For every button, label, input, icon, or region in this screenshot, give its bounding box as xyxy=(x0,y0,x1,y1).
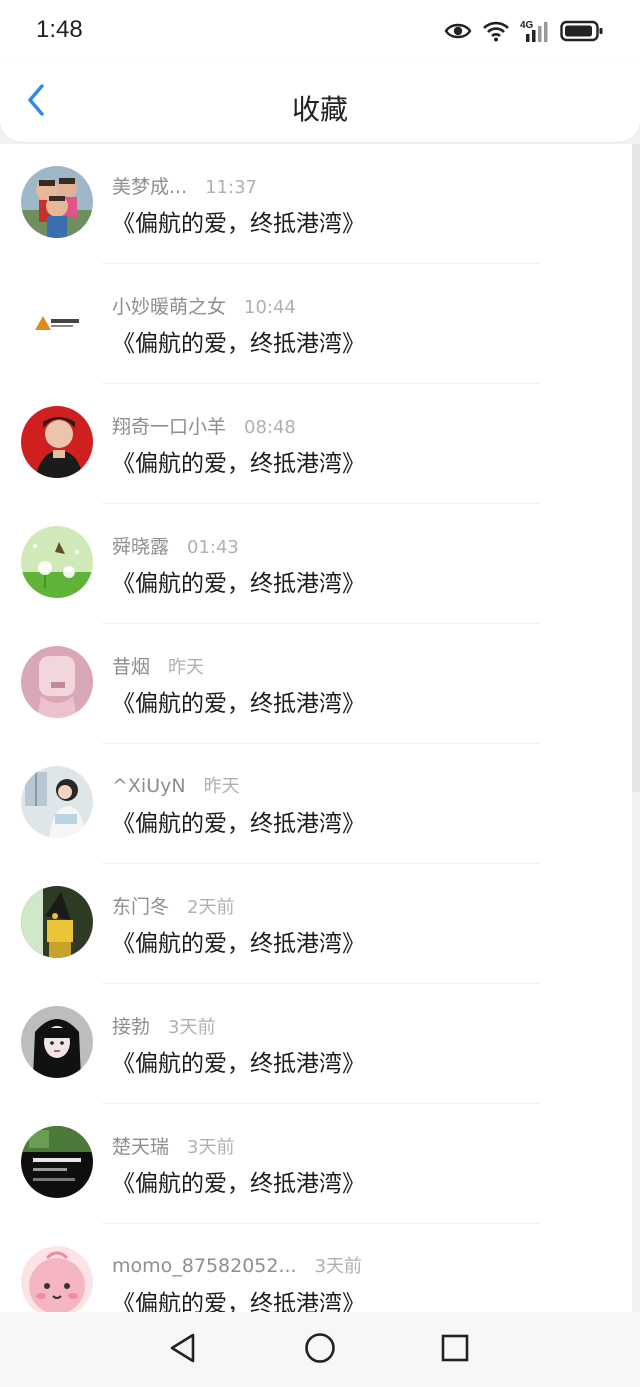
status-time: 1:48 xyxy=(36,16,83,43)
list-item[interactable]: 接勃 3天前 《偏航的爱，终抵港湾》 xyxy=(0,984,632,1104)
nav-recents-button[interactable] xyxy=(433,1328,477,1372)
avatar[interactable] xyxy=(21,766,93,838)
item-meta: 美梦成... 11:37 xyxy=(112,172,257,199)
list-item[interactable]: 楚天瑞 3天前 《偏航的爱，终抵港湾》 xyxy=(0,1104,632,1224)
timestamp: 2天前 xyxy=(187,897,235,918)
favorite-title: 《偏航的爱，终抵港湾》 xyxy=(112,451,365,477)
item-meta: 接勃 3天前 xyxy=(112,1012,215,1039)
favorite-title: 《偏航的爱，终抵港湾》 xyxy=(112,331,365,357)
timestamp: 11:37 xyxy=(205,177,257,198)
favorites-list: 美梦成... 11:37 《偏航的爱，终抵港湾》 小妙暖萌之女 10:44 《偏… xyxy=(0,144,632,1312)
avatar[interactable] xyxy=(21,646,93,718)
timestamp: 昨天 xyxy=(168,657,205,678)
battery-icon xyxy=(560,20,604,42)
item-meta: 舜晓露 01:43 xyxy=(112,532,239,559)
user-name: 舜晓露 xyxy=(112,536,170,558)
user-name: 昔烟 xyxy=(112,656,151,678)
item-meta: 东门冬 2天前 xyxy=(112,892,234,919)
list-item[interactable]: ^XiUyN 昨天 《偏航的爱，终抵港湾》 xyxy=(0,744,632,864)
timestamp: 3天前 xyxy=(187,1137,235,1158)
item-meta: 翔奇一口小羊 08:48 xyxy=(112,412,296,439)
avatar[interactable] xyxy=(21,286,93,358)
favorite-title: 《偏航的爱，终抵港湾》 xyxy=(112,811,365,837)
timestamp: 3天前 xyxy=(314,1256,363,1277)
nav-back-button[interactable] xyxy=(161,1328,205,1372)
favorite-title: 《偏航的爱，终抵港湾》 xyxy=(112,931,365,957)
user-name: momo_87582052... xyxy=(112,1255,297,1277)
user-name: ^XiUyN xyxy=(112,775,186,797)
user-name: 楚天瑞 xyxy=(112,1136,170,1158)
item-meta: 昔烟 昨天 xyxy=(112,652,204,679)
favorite-title: 《偏航的爱，终抵港湾》 xyxy=(112,1171,365,1197)
navigation-bar xyxy=(0,1312,640,1387)
user-name: 小妙暖萌之女 xyxy=(112,296,227,318)
status-icons: 4G xyxy=(444,14,604,48)
list-item[interactable]: 翔奇一口小羊 08:48 《偏航的爱，终抵港湾》 xyxy=(0,384,632,504)
avatar[interactable] xyxy=(21,166,93,238)
timestamp: 08:48 xyxy=(244,417,296,438)
signal-4g-icon: 4G xyxy=(520,19,550,43)
list-item[interactable]: 东门冬 2天前 《偏航的爱，终抵港湾》 xyxy=(0,864,632,984)
avatar[interactable] xyxy=(21,406,93,478)
page-title: 收藏 xyxy=(291,93,348,126)
timestamp: 10:44 xyxy=(244,297,296,318)
timestamp: 3天前 xyxy=(168,1017,216,1038)
item-meta: momo_87582052... 3天前 xyxy=(112,1252,362,1278)
avatar[interactable] xyxy=(21,1126,93,1198)
back-triangle-icon xyxy=(168,1332,198,1368)
item-meta: 小妙暖萌之女 10:44 xyxy=(112,292,296,319)
list-item[interactable]: 昔烟 昨天 《偏航的爱，终抵港湾》 xyxy=(0,624,632,744)
favorite-title: 《偏航的爱，终抵港湾》 xyxy=(112,211,365,237)
list-item[interactable]: momo_87582052... 3天前 《偏航的爱，终抵港湾》 xyxy=(0,1224,632,1312)
list-item[interactable]: 美梦成... 11:37 《偏航的爱，终抵港湾》 xyxy=(0,144,632,264)
item-meta: 楚天瑞 3天前 xyxy=(112,1132,234,1159)
user-name: 东门冬 xyxy=(112,896,170,918)
user-name: 美梦成... xyxy=(112,176,188,198)
avatar[interactable] xyxy=(21,1246,93,1312)
wifi-icon xyxy=(482,20,510,42)
nav-home-button[interactable] xyxy=(298,1328,342,1372)
timestamp: 昨天 xyxy=(203,776,240,797)
item-meta: ^XiUyN 昨天 xyxy=(112,772,240,798)
network-label: 4G xyxy=(520,20,534,31)
user-name: 接勃 xyxy=(112,1016,151,1038)
status-bar: 1:48 4G xyxy=(0,0,640,62)
header: 收藏 xyxy=(0,62,640,142)
list-item[interactable]: 舜晓露 01:43 《偏航的爱，终抵港湾》 xyxy=(0,504,632,624)
favorite-title: 《偏航的爱，终抵港湾》 xyxy=(112,1051,365,1077)
recents-square-icon xyxy=(440,1333,470,1367)
favorite-title: 《偏航的爱，终抵港湾》 xyxy=(112,691,365,717)
favorite-title: 《偏航的爱，终抵港湾》 xyxy=(112,1291,365,1312)
avatar[interactable] xyxy=(21,526,93,598)
user-name: 翔奇一口小羊 xyxy=(112,416,227,438)
avatar[interactable] xyxy=(21,1006,93,1078)
avatar[interactable] xyxy=(21,886,93,958)
eye-icon xyxy=(444,21,472,41)
screen: 1:48 4G 收藏 美梦成... 11:37 《偏航的爱，终抵港湾》 小妙暖萌… xyxy=(0,0,640,1387)
scrollbar[interactable] xyxy=(632,144,640,792)
timestamp: 01:43 xyxy=(187,537,239,558)
home-circle-icon xyxy=(304,1332,336,1368)
favorite-title: 《偏航的爱，终抵港湾》 xyxy=(112,571,365,597)
list-item[interactable]: 小妙暖萌之女 10:44 《偏航的爱，终抵港湾》 xyxy=(0,264,632,384)
